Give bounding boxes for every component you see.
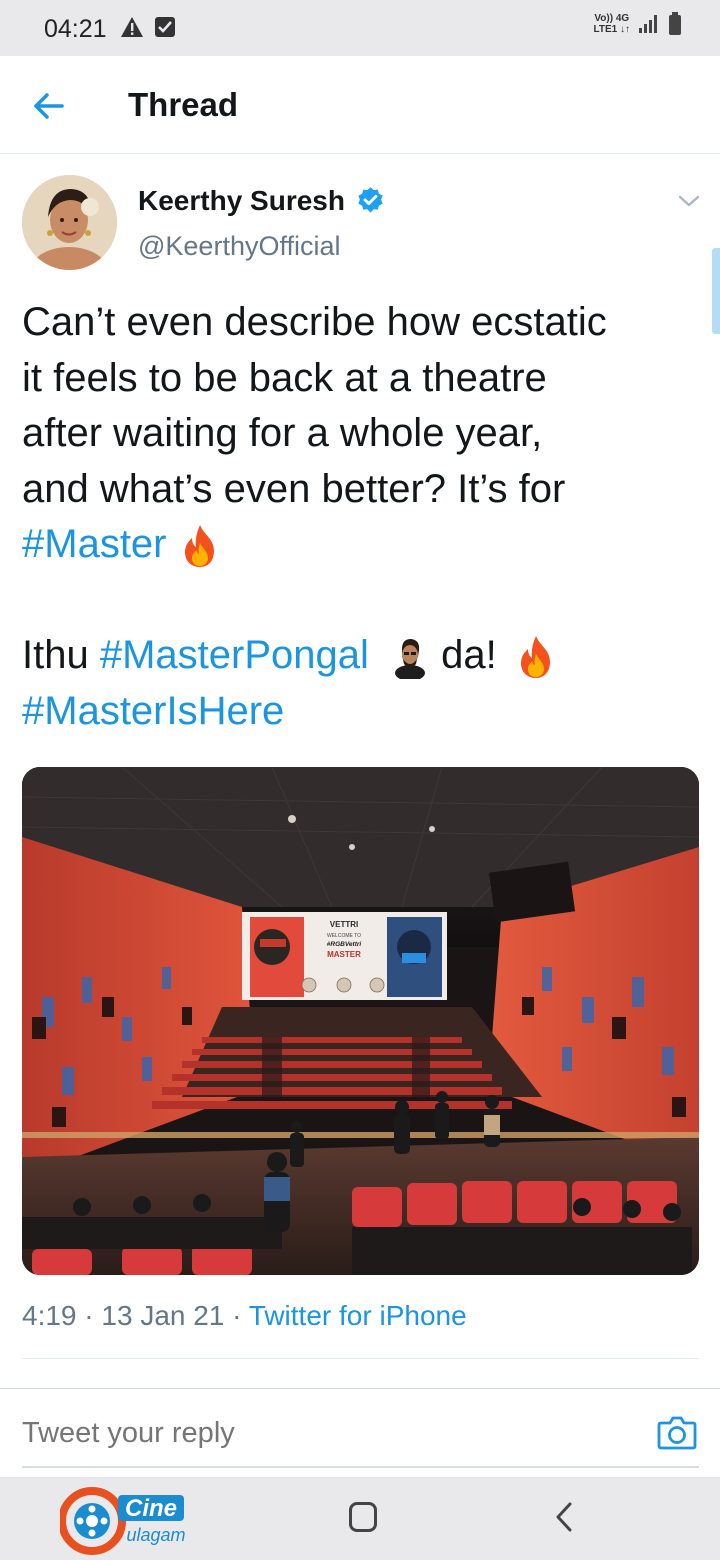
- fire-emoji-icon: [520, 636, 550, 679]
- fire-emoji-icon: [184, 525, 214, 568]
- author-handle[interactable]: @KeerthyOfficial: [138, 231, 341, 262]
- screen-tag-text: #RGBVettri: [327, 941, 362, 948]
- tweet-time: 4:19: [22, 1300, 77, 1331]
- theatre-photo: VETTRI WELCOME TO #RGBVettri MASTER: [22, 767, 699, 1275]
- author-name[interactable]: Keerthy Suresh: [138, 185, 345, 217]
- avatar-image: [22, 175, 117, 270]
- divider: [22, 1358, 699, 1359]
- home-button[interactable]: [349, 1502, 377, 1532]
- system-nav-bar: Cine ulagam: [0, 1477, 720, 1560]
- cineulagam-watermark-logo: Cine ulagam: [58, 1481, 200, 1557]
- status-time: 04:21: [44, 15, 107, 43]
- tweet-image[interactable]: VETTRI WELCOME TO #RGBVettri MASTER: [22, 767, 699, 1275]
- camera-icon[interactable]: [657, 1413, 697, 1451]
- tweet-text: Can’t even describe how ecstatic it feel…: [22, 300, 607, 733]
- hashtag-master[interactable]: #Master: [22, 522, 167, 566]
- watermark-text-ulagam: ulagam: [126, 1525, 185, 1545]
- page-title: Thread: [128, 86, 239, 123]
- avatar[interactable]: [22, 175, 117, 270]
- thread-header: Thread: [0, 56, 720, 154]
- reply-underline: [22, 1466, 699, 1468]
- verified-badge-icon: [358, 187, 383, 213]
- reply-input[interactable]: [22, 1417, 522, 1450]
- screen-movie-text: MASTER: [327, 950, 361, 959]
- battery-icon: [669, 12, 681, 35]
- signal-icon: [639, 15, 657, 33]
- master-character-emoji-icon: [395, 639, 426, 680]
- chevron-down-icon[interactable]: [677, 191, 701, 211]
- checkbox-notification-icon: [155, 17, 175, 37]
- tweet-source-link[interactable]: Twitter for iPhone: [249, 1300, 467, 1331]
- screen-welcome-text: WELCOME TO: [327, 933, 361, 939]
- reply-bar: [0, 1388, 720, 1476]
- scrollbar-indicator[interactable]: [712, 248, 720, 334]
- screen-brand-text: VETTRI: [330, 920, 358, 929]
- tweet-date: 13 Jan 21: [101, 1300, 225, 1331]
- hashtag-masterishere[interactable]: #MasterIsHere: [22, 689, 284, 733]
- volte-indicator: Vo)) 4G LTE1 ↓↑: [593, 13, 630, 35]
- status-bar: 04:21 Vo)) 4G LTE1 ↓↑: [0, 0, 720, 56]
- tweet-meta: 4:19 · 13 Jan 21 · Twitter for iPhone: [22, 1300, 467, 1331]
- watermark-text-cine: Cine: [125, 1495, 177, 1522]
- hashtag-masterpongal[interactable]: #MasterPongal: [100, 633, 369, 677]
- chevron-left-icon[interactable]: [554, 1501, 574, 1533]
- warning-icon: [121, 17, 143, 37]
- arrow-left-icon[interactable]: [28, 86, 68, 126]
